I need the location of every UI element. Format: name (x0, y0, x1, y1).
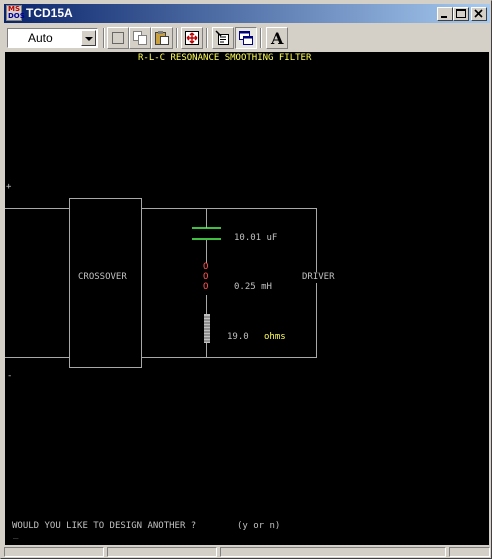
copy-icon (133, 31, 147, 45)
font-button[interactable]: A (266, 27, 288, 49)
crossover-label: CROSSOVER (78, 272, 127, 282)
font-size-value: Auto (28, 31, 53, 45)
resistor-value: 19.0 (227, 332, 249, 342)
toolbar: Auto A (4, 25, 490, 51)
design-another-prompt: WOULD YOU LIKE TO DESIGN ANOTHER ? (12, 521, 197, 531)
maximize-icon (456, 9, 466, 18)
capacitor-symbol (192, 227, 221, 240)
capacitor-value: 10.01 uF (234, 233, 278, 243)
driver-label: DRIVER (300, 272, 337, 283)
paste-button[interactable] (151, 27, 173, 49)
status-cell (449, 547, 490, 557)
dos-screen[interactable]: R-L-C RESONANCE SMOOTHING FILTER + - CRO… (5, 52, 489, 545)
ms-dos-icon-bottom: DOS (8, 12, 25, 20)
plus-sign: + (6, 182, 12, 192)
minus-sign: - (7, 371, 13, 381)
status-cell (107, 547, 217, 557)
properties-button[interactable] (212, 27, 234, 49)
window-title: TCD15A (26, 6, 73, 20)
background-icon (239, 31, 253, 45)
resistor-symbol (204, 314, 210, 343)
copy-button[interactable] (129, 27, 151, 49)
properties-icon (215, 30, 229, 45)
chevron-down-icon[interactable] (81, 30, 96, 46)
minimize-button[interactable] (437, 7, 453, 21)
ms-dos-icon[interactable]: MS DOS (6, 5, 25, 21)
mark-button[interactable] (107, 27, 129, 49)
status-cell (4, 547, 104, 557)
prompt-options: (y or n) (237, 521, 281, 531)
minimize-icon (441, 16, 447, 18)
status-cell (220, 547, 446, 557)
maximize-button[interactable] (453, 7, 469, 21)
resistor-unit: ohms (264, 332, 286, 342)
paste-icon (155, 31, 169, 45)
title-bar[interactable]: MS DOS TCD15A (4, 4, 490, 23)
background-button[interactable] (235, 27, 257, 49)
mark-icon (112, 32, 124, 44)
toolbar-separator (103, 28, 105, 48)
status-bar (4, 547, 490, 557)
font-icon: A (271, 29, 284, 48)
fullscreen-button[interactable] (181, 27, 203, 49)
toolbar-separator (176, 28, 178, 48)
toolbar-separator (206, 28, 208, 48)
font-size-select[interactable]: Auto (7, 28, 98, 48)
close-button[interactable] (471, 7, 487, 21)
toolbar-separator (260, 28, 262, 48)
circuit-diagram (5, 198, 317, 368)
dos-window: MS DOS TCD15A Auto A R-L-C RESONANCE SMO… (0, 0, 492, 559)
text-cursor: _ (13, 530, 19, 540)
fullscreen-icon (185, 31, 199, 45)
close-icon (474, 9, 483, 18)
inductor-value: 0.25 mH (234, 282, 272, 292)
crossover-box (69, 198, 142, 368)
inductor-coil: O O O (203, 262, 209, 292)
